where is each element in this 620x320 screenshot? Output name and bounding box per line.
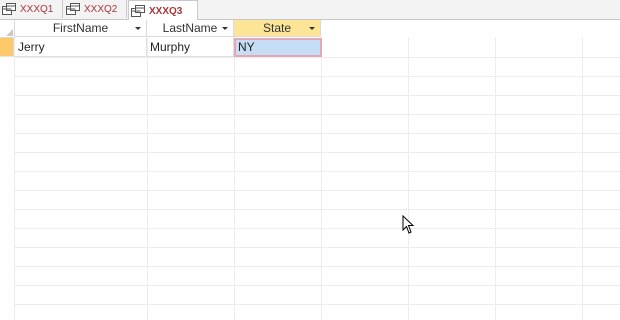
gridline (582, 37, 583, 320)
query-icon (66, 3, 80, 15)
dropdown-arrow-icon[interactable] (135, 27, 141, 30)
gridline (14, 171, 620, 172)
gridline (14, 133, 620, 134)
gridline (14, 57, 620, 58)
cell-state[interactable]: NY (234, 38, 322, 57)
dropdown-arrow-icon[interactable] (222, 27, 228, 30)
tab-label: XXXQ1 (20, 3, 54, 15)
datasheet-grid: FirstName LastName State Jerry Murphy NY (0, 20, 620, 320)
query-icon (2, 3, 16, 15)
gridline (321, 37, 322, 320)
column-header-lastname[interactable]: LastName (147, 20, 234, 37)
column-header-state[interactable]: State (234, 20, 321, 37)
gridline (408, 37, 409, 320)
cell-lastname[interactable]: Murphy (147, 38, 234, 57)
gridline (14, 95, 620, 96)
gridline (14, 76, 620, 77)
query-icon (131, 5, 145, 17)
tab-label: XXXQ2 (84, 3, 118, 15)
cell-value: NY (238, 40, 255, 54)
cell-firstname[interactable]: Jerry (15, 38, 147, 57)
gridline (14, 247, 620, 248)
object-tabs: XXXQ1 XXXQ2 XXXQ3 (0, 0, 620, 21)
dropdown-arrow-icon[interactable] (309, 27, 315, 30)
tab-xxxq1[interactable]: XXXQ1 (0, 0, 63, 18)
gridline (14, 190, 620, 191)
gridline (14, 304, 620, 305)
gridline (14, 266, 620, 267)
column-header-firstname[interactable]: FirstName (15, 20, 147, 37)
gridline (14, 209, 620, 210)
gridline (14, 114, 620, 115)
gridline (234, 37, 235, 320)
row-selector[interactable] (0, 38, 14, 57)
cell-value: Murphy (150, 40, 191, 54)
column-header-label: FirstName (52, 21, 109, 35)
tab-xxxq3[interactable]: XXXQ3 (128, 0, 198, 21)
column-header-label: LastName (162, 21, 218, 35)
gridline (14, 228, 620, 229)
gridline (14, 152, 620, 153)
gridline (14, 285, 620, 286)
gridline (147, 37, 148, 320)
select-all-corner[interactable] (0, 20, 15, 38)
column-header-label: State (262, 21, 292, 35)
tab-label: XXXQ3 (149, 5, 183, 17)
gridline (495, 37, 496, 320)
cell-value: Jerry (18, 40, 45, 54)
tab-xxxq2[interactable]: XXXQ2 (64, 0, 127, 18)
mouse-cursor-icon (402, 215, 414, 234)
gridline (14, 37, 15, 320)
